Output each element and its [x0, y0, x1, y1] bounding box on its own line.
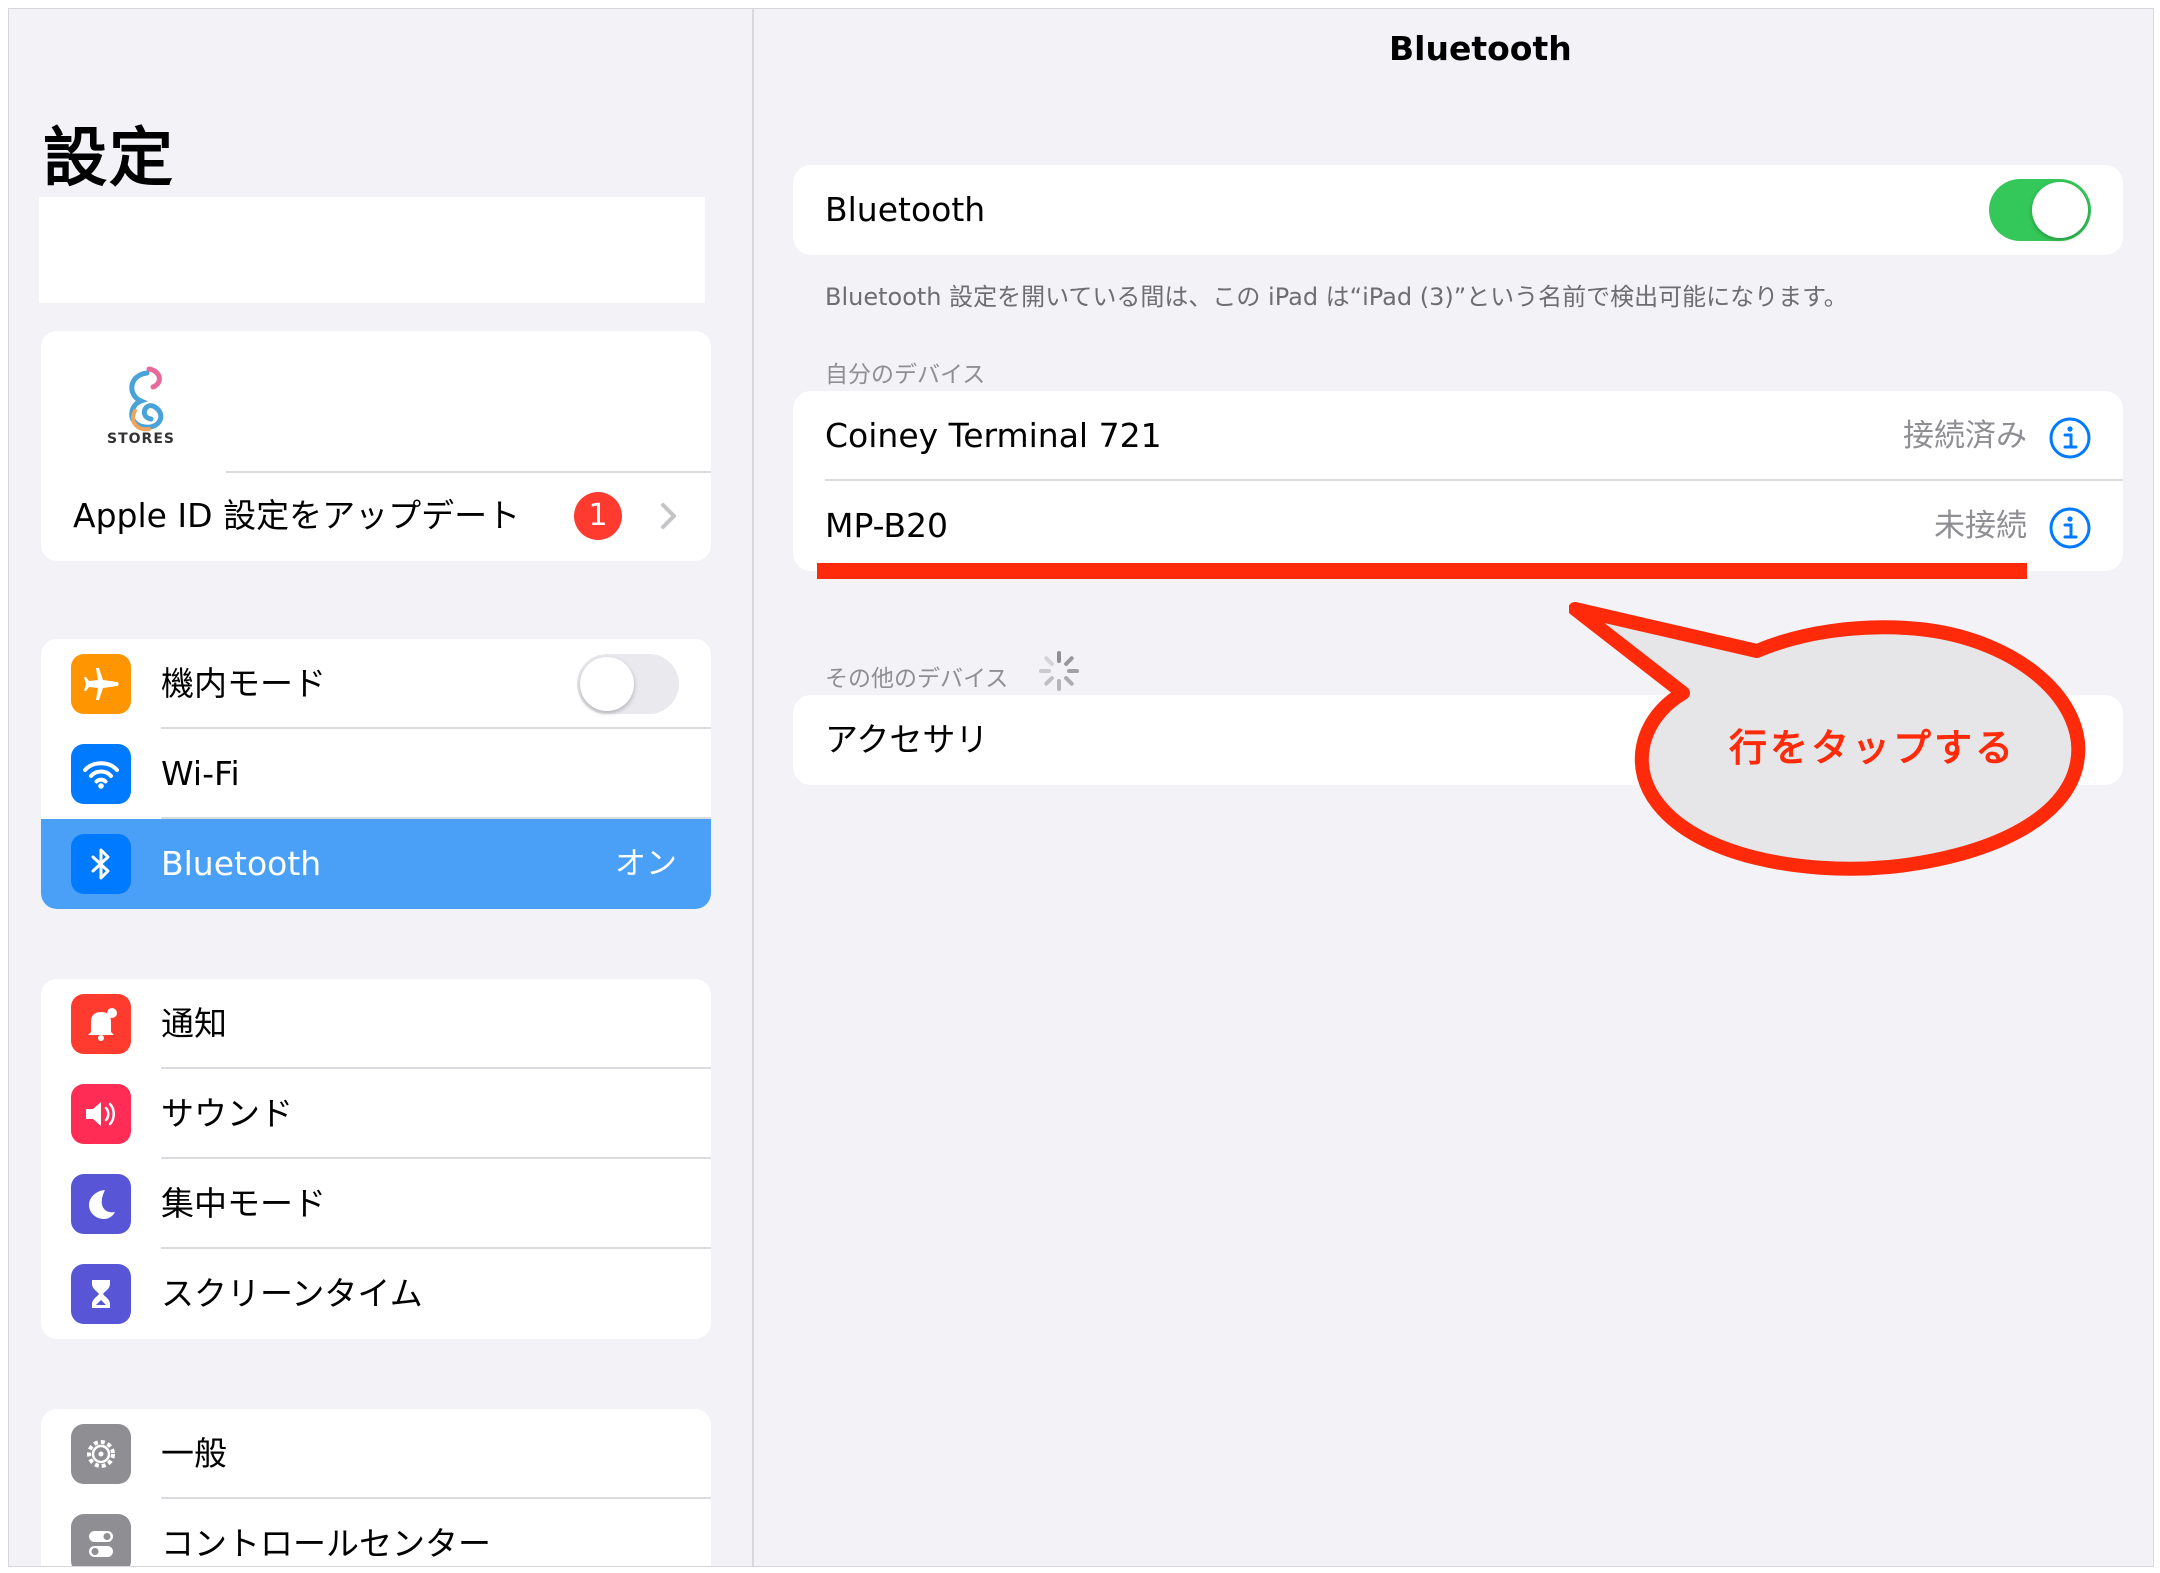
stores-label: STORES: [107, 431, 175, 447]
moon-icon: [71, 1174, 131, 1234]
sidebar-title: 設定: [43, 122, 175, 196]
sidebar-item-label: 集中モード: [161, 1184, 326, 1223]
info-icon[interactable]: [2049, 507, 2091, 549]
general-group: 一般 コントロールセンター: [41, 1409, 711, 1566]
sidebar-item-focus[interactable]: 集中モード: [41, 1159, 711, 1249]
bluetooth-toggle[interactable]: [1989, 179, 2091, 241]
settings-window: 設定 STORES Apple ID 設定をアップデート 1 機内モード Wi-…: [8, 8, 2154, 1567]
sidebar-item-label: サウンド: [161, 1094, 293, 1133]
sidebar-item-label: スクリーンタイム: [161, 1274, 423, 1313]
device-status: 未接続: [1934, 508, 2027, 544]
sidebar-item-airplane-mode[interactable]: 機内モード: [41, 639, 711, 729]
apple-id-group: STORES Apple ID 設定をアップデート 1: [41, 331, 711, 561]
other-devices-header: その他のデバイス: [825, 666, 1009, 692]
search-area[interactable]: [39, 197, 705, 303]
apple-id-update-label: Apple ID 設定をアップデート: [73, 496, 521, 535]
bluetooth-toggle-row: Bluetooth: [793, 165, 2123, 255]
bluetooth-icon: [71, 834, 131, 894]
device-status: 接続済み: [1903, 418, 2027, 454]
sidebar-item-label: 一般: [161, 1434, 227, 1473]
device-row-coiney-terminal[interactable]: Coiney Terminal 721 接続済み: [793, 391, 2123, 481]
speaker-icon: [71, 1084, 131, 1144]
device-name: Coiney Terminal 721: [825, 416, 1162, 455]
airplane-mode-toggle[interactable]: [577, 654, 679, 714]
sidebar-item-general[interactable]: 一般: [41, 1409, 711, 1499]
connectivity-group: 機内モード Wi-Fi Bluetooth オン: [41, 639, 711, 909]
wifi-icon: [71, 744, 131, 804]
hourglass-icon: [71, 1264, 131, 1324]
sidebar-item-label: 通知: [161, 1004, 227, 1043]
info-icon[interactable]: [2049, 417, 2091, 459]
gear-icon: [71, 1424, 131, 1484]
sidebar: 設定 STORES Apple ID 設定をアップデート 1 機内モード Wi-…: [9, 9, 752, 1566]
annotation-underline: [817, 563, 2027, 579]
bluetooth-toggle-label: Bluetooth: [825, 190, 986, 229]
my-devices-header: 自分のデバイス: [825, 362, 986, 388]
sidebar-item-notifications[interactable]: 通知: [41, 979, 711, 1069]
bluetooth-status-value: オン: [615, 846, 677, 882]
device-name: MP-B20: [825, 506, 949, 545]
sidebar-item-label: コントロールセンター: [161, 1524, 491, 1563]
switches-icon: [71, 1514, 131, 1566]
device-name: アクセサリ: [825, 720, 989, 759]
sidebar-item-label: Bluetooth: [161, 844, 322, 883]
chevron-right-icon: [661, 503, 676, 529]
apple-id-update-row[interactable]: Apple ID 設定をアップデート 1: [41, 471, 711, 561]
pane-divider: [752, 9, 754, 1566]
sidebar-item-sounds[interactable]: サウンド: [41, 1069, 711, 1159]
airplane-icon: [71, 654, 131, 714]
callout-text: 行をタップする: [1729, 726, 2017, 770]
sidebar-item-wifi[interactable]: Wi-Fi: [41, 729, 711, 819]
device-row-mp-b20[interactable]: MP-B20 未接続: [793, 481, 2123, 571]
discoverable-footnote: Bluetooth 設定を開いている間は、この iPad は“iPad (3)”…: [825, 283, 1848, 311]
notification-badge: 1: [574, 492, 622, 540]
notifications-group: 通知 サウンド 集中モード スクリーンタイム: [41, 979, 711, 1339]
bluetooth-toggle-card: Bluetooth: [793, 165, 2123, 255]
bell-icon: [71, 994, 131, 1054]
sidebar-item-screen-time[interactable]: スクリーンタイム: [41, 1249, 711, 1339]
sidebar-item-bluetooth[interactable]: Bluetooth オン: [41, 819, 711, 909]
sidebar-item-control-center[interactable]: コントロールセンター: [41, 1499, 711, 1566]
loading-spinner-icon: [1039, 651, 1079, 691]
my-devices-card: Coiney Terminal 721 接続済み MP-B20 未接続: [793, 391, 2123, 571]
sidebar-item-label: 機内モード: [161, 664, 326, 703]
page-title: Bluetooth: [1389, 29, 1572, 68]
sidebar-item-label: Wi-Fi: [161, 754, 240, 793]
